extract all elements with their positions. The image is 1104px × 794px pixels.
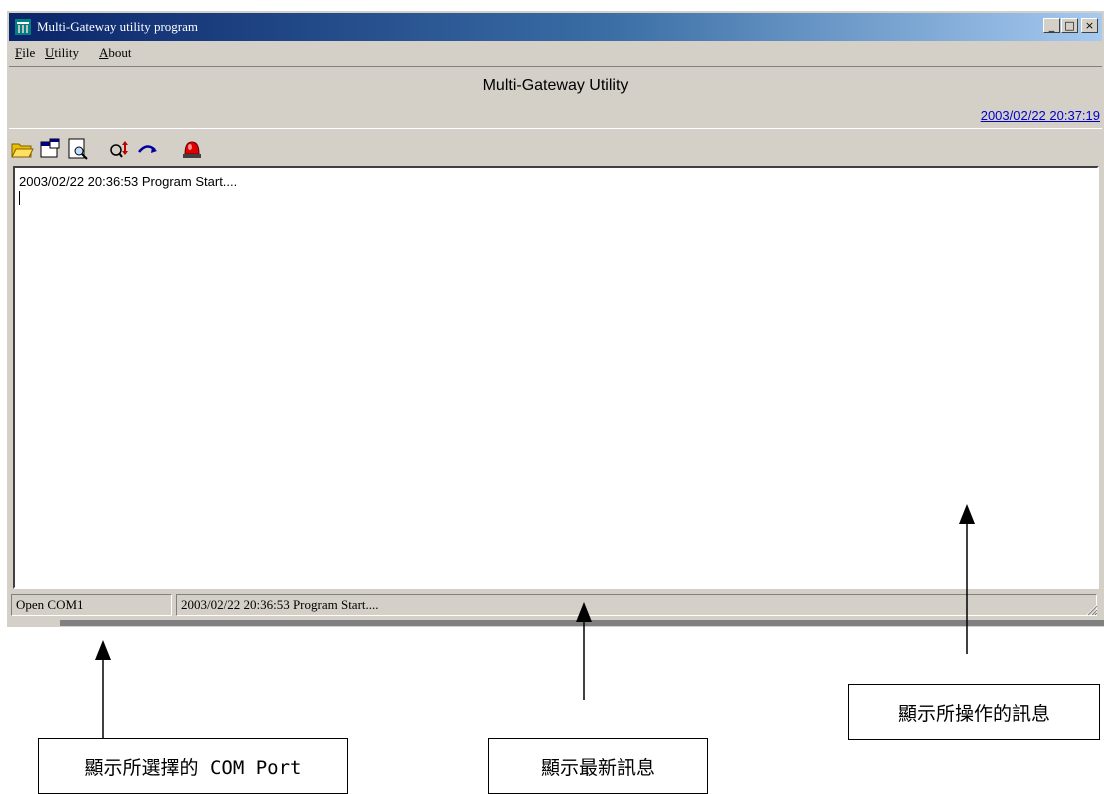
menu-about-rest: bout — [108, 45, 132, 60]
log-line: 2003/02/22 20:36:53 Program Start.... — [19, 174, 238, 189]
callout-latest-message: 顯示最新訊息 — [488, 738, 708, 794]
close-button[interactable]: × — [1081, 18, 1098, 33]
search-swap-icon[interactable] — [107, 136, 133, 162]
window-title: Multi-Gateway utility program — [37, 19, 199, 34]
app-window: Multi-Gateway utility program _ □ × File… — [6, 10, 1104, 627]
minimize-button[interactable]: _ — [1043, 18, 1060, 33]
status-bar: Open COM1 2003/02/22 20:36:53 Program St… — [11, 594, 1100, 618]
properties-icon[interactable] — [37, 136, 63, 162]
header-panel: Multi-Gateway Utility 2003/02/22 20:37:1… — [9, 66, 1102, 129]
title-bar[interactable]: Multi-Gateway utility program _ □ × — [9, 13, 1102, 41]
menu-about-accel: A — [99, 45, 109, 60]
status-com-port: Open COM1 — [11, 594, 172, 616]
redo-arrow-icon[interactable] — [135, 136, 161, 162]
maximize-button[interactable]: □ — [1061, 18, 1078, 33]
menu-file[interactable]: File — [15, 45, 35, 61]
menu-file-rest: ile — [22, 45, 36, 60]
header-clock: 2003/02/22 20:37:19 — [980, 108, 1100, 123]
header-title: Multi-Gateway Utility — [482, 77, 629, 94]
menu-about[interactable]: About — [99, 45, 132, 61]
menu-utility-accel: U — [45, 45, 55, 60]
arrow-com-port-icon — [95, 640, 111, 738]
open-folder-icon[interactable] — [9, 136, 35, 162]
arrow-operation-messages-icon — [959, 504, 975, 654]
menu-utility-rest: tility — [54, 45, 79, 60]
print-preview-icon[interactable] — [65, 136, 91, 162]
menu-bar: File Utility About — [9, 43, 1102, 63]
arrow-latest-message-icon — [576, 602, 592, 700]
callout-operation-messages: 顯示所操作的訊息 — [848, 684, 1100, 740]
toolbar — [9, 132, 1102, 166]
alarm-light-icon[interactable] — [179, 136, 205, 162]
message-log[interactable]: 2003/02/22 20:36:53 Program Start.... — [13, 166, 1099, 589]
resize-grip-icon[interactable] — [1084, 602, 1098, 616]
menu-utility[interactable]: Utility — [45, 45, 79, 61]
text-caret — [19, 191, 20, 205]
callout-com-port: 顯示所選擇的 COM Port — [38, 738, 348, 794]
app-icon — [15, 19, 31, 35]
